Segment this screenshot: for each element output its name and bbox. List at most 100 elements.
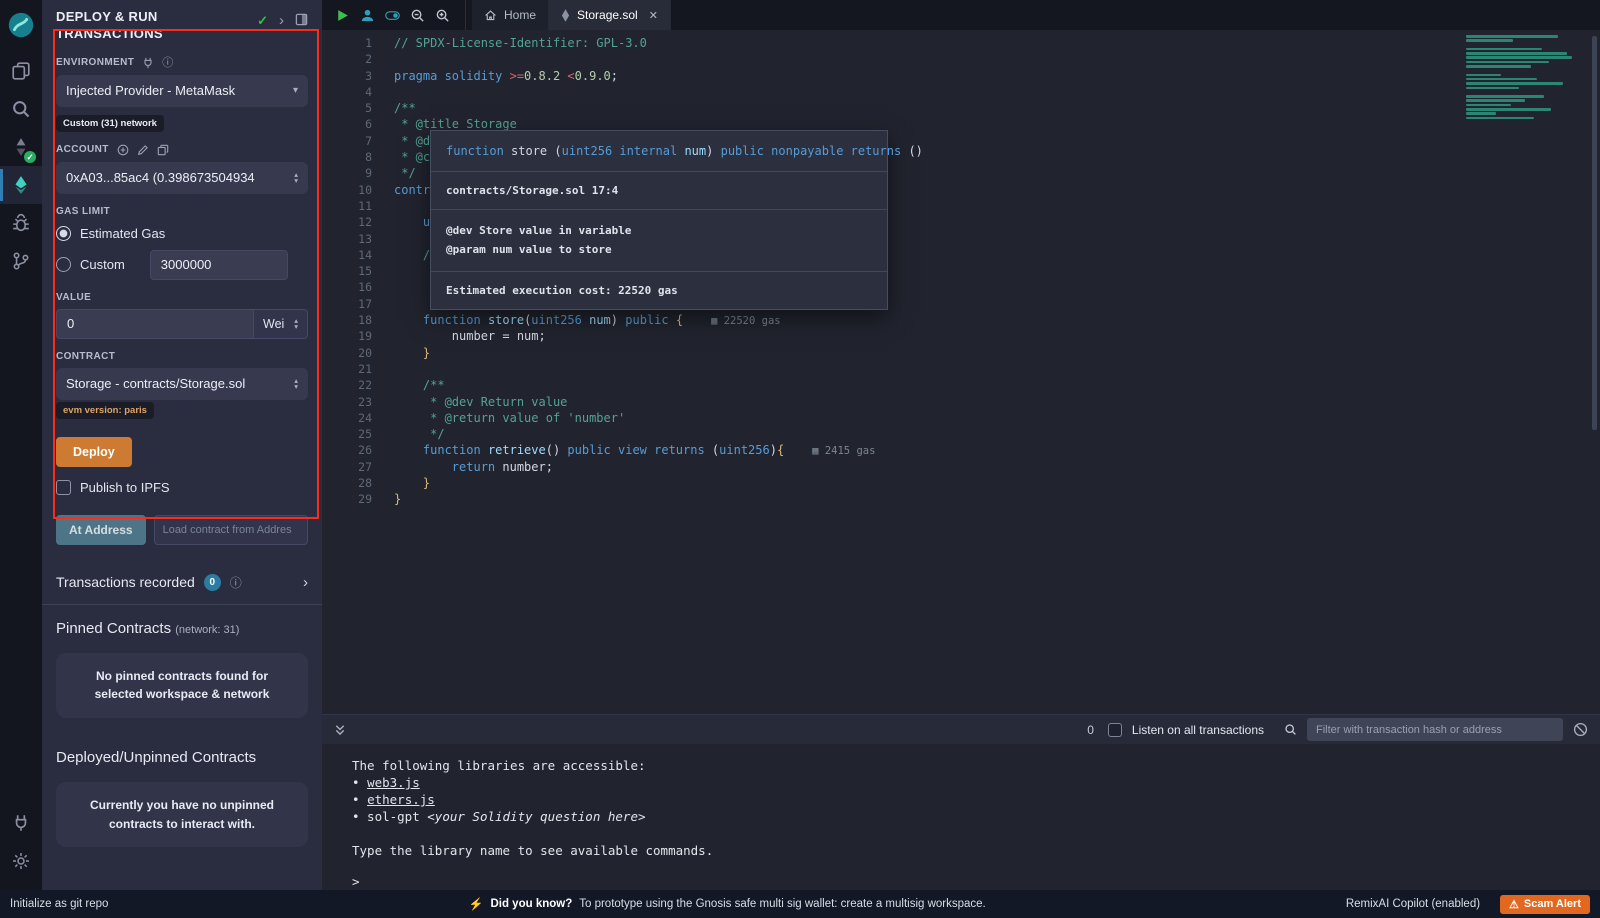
line-number: 13 — [322, 231, 372, 247]
minimap[interactable] — [1466, 35, 1584, 121]
icon-sidebar: ✓ — [0, 0, 42, 890]
account-select[interactable]: 0xA03...85ac4 (0.398673504934 ▴▾ — [56, 162, 308, 194]
value-unit-select[interactable]: Wei ▴▾ — [254, 309, 308, 339]
add-account-icon[interactable] — [117, 144, 129, 156]
tab-storage-sol[interactable]: Storage.sol ✕ — [549, 0, 671, 30]
line-number: 6 — [322, 116, 372, 132]
estimated-gas-radio[interactable]: Estimated Gas — [56, 226, 308, 241]
search-icon[interactable] — [0, 90, 42, 128]
copilot-status[interactable]: RemixAI Copilot (enabled) — [1346, 898, 1480, 910]
code-line: 29} — [322, 491, 1600, 507]
close-tab-icon[interactable]: ✕ — [649, 9, 658, 22]
line-number: 18 — [322, 312, 372, 328]
contract-select[interactable]: Storage - contracts/Storage.sol ▴▾ — [56, 368, 308, 400]
terminal-filter-input[interactable] — [1307, 718, 1563, 741]
fork-state-icon[interactable] — [142, 57, 154, 69]
scam-alert-badge[interactable]: ⚠ Scam Alert — [1500, 895, 1590, 914]
transactions-expand-icon[interactable]: › — [303, 574, 308, 591]
publish-ipfs-checkbox[interactable]: Publish to IPFS — [56, 480, 308, 495]
workspace: Home Storage.sol ✕ 1// SPDX-License-Iden… — [322, 0, 1600, 890]
value-label: VALUE — [56, 292, 308, 303]
network-badge: Custom (31) network — [56, 115, 164, 132]
pin-panel-icon[interactable] — [295, 13, 308, 29]
run-script-icon[interactable] — [330, 0, 355, 30]
at-address-button[interactable]: At Address — [56, 515, 146, 545]
gas-estimate: ▦ 22520 gas — [711, 315, 781, 327]
terminal[interactable]: The following libraries are accessible:•… — [322, 744, 1600, 890]
tab-home[interactable]: Home — [472, 0, 549, 30]
line-number: 21 — [322, 361, 372, 377]
caret-updown-icon: ▴▾ — [294, 318, 298, 329]
radio-icon — [56, 257, 71, 272]
line-number: 14 — [322, 247, 372, 263]
panel-chevron-icon[interactable]: › — [279, 12, 284, 29]
evm-version-badge: evm version: paris — [56, 402, 154, 419]
line-number: 27 — [322, 459, 372, 475]
debugger-icon[interactable] — [0, 204, 42, 242]
code-editor[interactable]: 1// SPDX-License-Identifier: GPL-3.023pr… — [322, 30, 1600, 714]
status-bar: Initialize as git repo ⚡ Did you know? T… — [0, 890, 1600, 918]
compile-success-badge: ✓ — [24, 151, 36, 163]
tooltip-doc: @dev Store value in variable@param num v… — [431, 210, 887, 272]
listen-all-checkbox[interactable] — [1108, 723, 1122, 737]
terminal-line: • sol-gpt <your Solidity question here> — [352, 808, 1600, 825]
code-line: 23 * @dev Return value — [322, 394, 1600, 410]
line-number: 15 — [322, 263, 372, 279]
code-line: 22 /** — [322, 377, 1600, 393]
line-number: 29 — [322, 491, 372, 507]
value-input[interactable] — [56, 309, 254, 339]
pinned-empty-state: No pinned contracts found for selected w… — [56, 653, 308, 718]
pinned-contracts-heading: Pinned Contracts (network: 31) — [42, 605, 322, 643]
terminal-search-icon[interactable] — [1284, 723, 1297, 736]
file-explorer-icon[interactable] — [0, 52, 42, 90]
radio-selected-icon — [56, 226, 71, 241]
code-line: 2 — [322, 51, 1600, 67]
code-line: 20 } — [322, 345, 1600, 361]
custom-gas-input[interactable] — [150, 250, 288, 280]
terminal-link[interactable]: web3.js — [367, 775, 420, 790]
environment-select[interactable]: Injected Provider - MetaMask ▾ — [56, 75, 308, 107]
publish-ipfs-label: Publish to IPFS — [80, 480, 170, 495]
publish-person-icon[interactable] — [355, 0, 380, 30]
code-line: 1// SPDX-License-Identifier: GPL-3.0 — [322, 35, 1600, 51]
tab-storage-label: Storage.sol — [577, 8, 638, 22]
tooltip-cost: Estimated execution cost: 22520 gas — [431, 272, 887, 309]
solidity-compiler-icon[interactable]: ✓ — [0, 128, 42, 166]
git-icon[interactable] — [0, 242, 42, 280]
terminal-link[interactable]: ethers.js — [367, 792, 435, 807]
custom-gas-label: Custom — [80, 257, 125, 272]
sign-message-icon[interactable] — [137, 144, 149, 156]
terminal-toolbar: 0 Listen on all transactions — [322, 714, 1600, 744]
line-number: 7 — [322, 133, 372, 149]
remix-logo[interactable] — [6, 10, 36, 40]
deploy-run-icon[interactable] — [0, 166, 42, 204]
environment-label: ENVIRONMENT — [56, 57, 134, 68]
deployed-empty-state: Currently you have no unpinned contracts… — [56, 782, 308, 847]
clear-console-icon[interactable] — [1573, 722, 1588, 737]
git-init-button[interactable]: Initialize as git repo — [10, 898, 108, 910]
at-address-input[interactable] — [154, 515, 308, 545]
copy-account-icon[interactable] — [157, 144, 169, 156]
toggle-terminal-icon[interactable] — [334, 723, 346, 736]
terminal-prompt[interactable]: > — [352, 873, 1600, 890]
line-number: 9 — [322, 165, 372, 181]
zoom-in-icon[interactable] — [430, 0, 455, 30]
line-number: 5 — [322, 100, 372, 116]
terminal-line: Type the library name to see available c… — [352, 842, 1600, 859]
plugin-manager-icon[interactable] — [0, 804, 42, 842]
environment-info-icon[interactable]: ⓘ — [162, 57, 173, 69]
tooltip-signature: function store (uint256 internal num) pu… — [431, 131, 887, 172]
terminal-output: The following libraries are accessible:•… — [352, 757, 1600, 859]
deploy-button[interactable]: Deploy — [56, 437, 132, 467]
custom-gas-radio[interactable]: Custom — [56, 250, 308, 280]
line-number: 1 — [322, 35, 372, 51]
transactions-info-icon[interactable]: ⓘ — [230, 574, 242, 591]
listen-all-label: Listen on all transactions — [1132, 723, 1264, 737]
editor-scrollbar[interactable] — [1592, 36, 1597, 430]
zoom-out-icon[interactable] — [405, 0, 430, 30]
line-number: 11 — [322, 198, 372, 214]
settings-gear-icon[interactable] — [0, 842, 42, 880]
toggle-icon[interactable] — [380, 0, 405, 30]
editor-tabbar: Home Storage.sol ✕ — [322, 0, 1600, 30]
warning-icon: ⚠ — [1509, 898, 1519, 911]
